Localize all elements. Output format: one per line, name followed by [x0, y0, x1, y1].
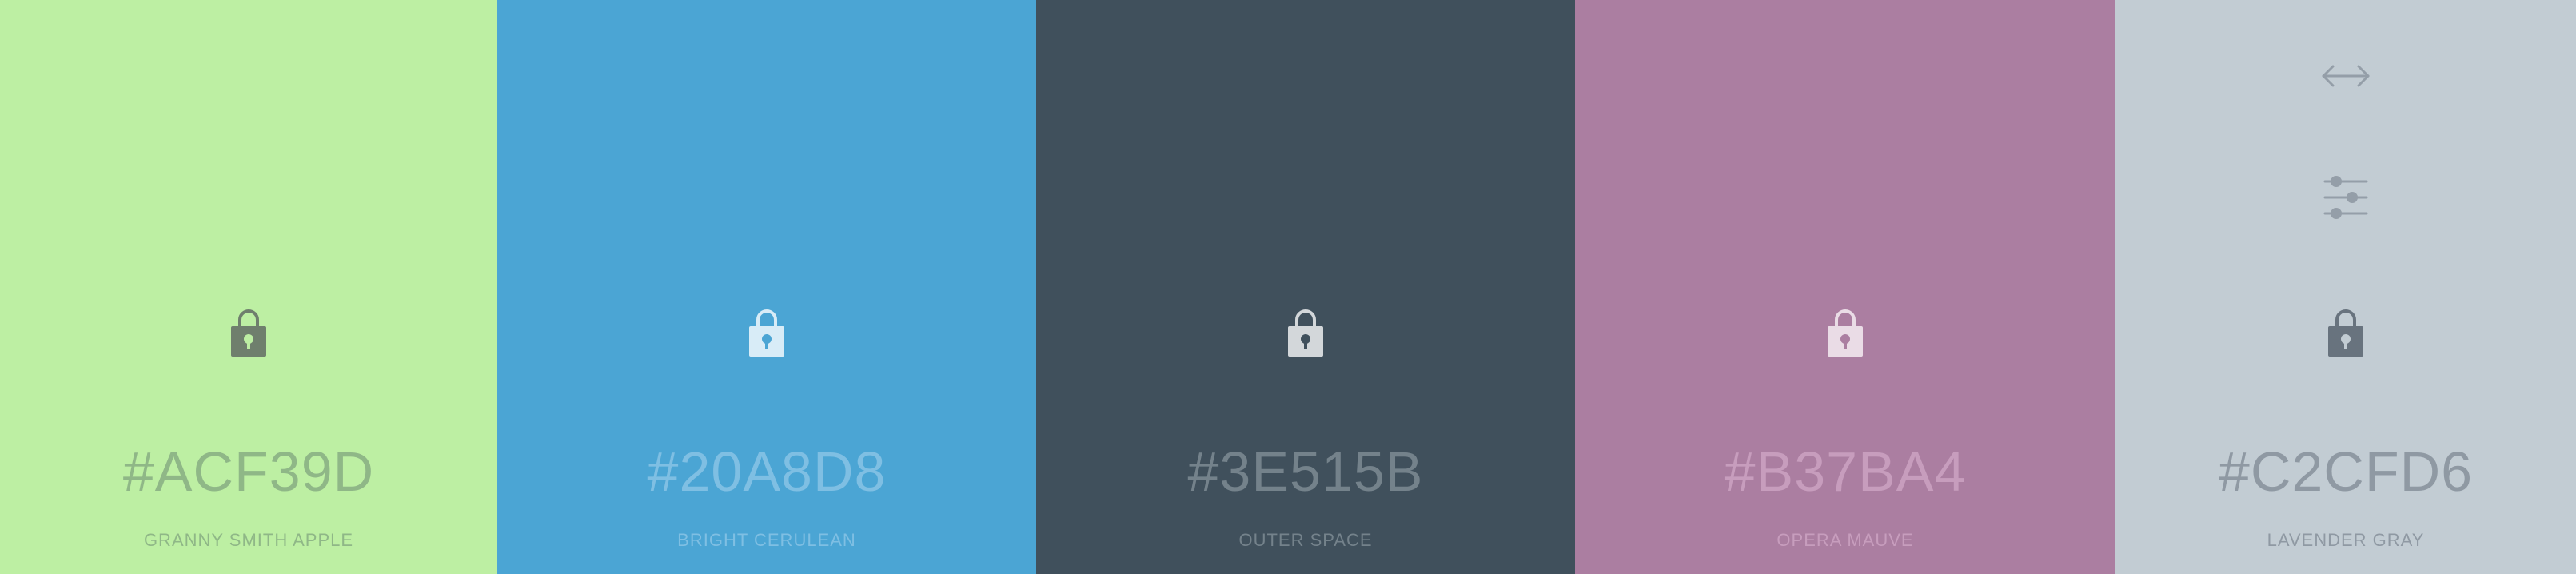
swatch-opera-mauve[interactable]: #B37BA4 OPERA MAUVE: [1575, 0, 2115, 574]
swatch-outer-space[interactable]: #3E515B OUTER SPACE: [1036, 0, 1575, 574]
lock-icon[interactable]: [1286, 307, 1325, 357]
hex-code[interactable]: #B37BA4: [1575, 438, 2115, 505]
color-name: OPERA MAUVE: [1776, 530, 1914, 550]
color-name: GRANNY SMITH APPLE: [143, 530, 354, 550]
color-name: OUTER SPACE: [1238, 530, 1373, 550]
hex-code[interactable]: #ACF39D: [0, 438, 497, 505]
hex-code[interactable]: #3E515B: [1036, 438, 1575, 505]
lock-icon[interactable]: [1826, 307, 1864, 357]
swatch-granny-smith-apple[interactable]: #ACF39D GRANNY SMITH APPLE: [0, 0, 497, 574]
swatch-bright-cerulean[interactable]: #20A8D8 BRIGHT CERULEAN: [497, 0, 1036, 574]
hex-code[interactable]: #C2CFD6: [2115, 438, 2576, 505]
lock-icon[interactable]: [748, 307, 786, 357]
lock-icon[interactable]: [229, 307, 268, 357]
swatch-lavender-gray[interactable]: #C2CFD6 LAVENDER GRAY: [2115, 0, 2576, 574]
hex-code[interactable]: #20A8D8: [497, 438, 1036, 505]
color-palette: #ACF39D GRANNY SMITH APPLE #20A8D8 BRIGH…: [0, 0, 2576, 574]
color-name: BRIGHT CERULEAN: [677, 530, 856, 550]
left-right-arrows-icon[interactable]: [2320, 62, 2371, 90]
sliders-adjust-icon[interactable]: [2322, 174, 2370, 221]
color-name: LAVENDER GRAY: [2267, 530, 2425, 550]
lock-icon[interactable]: [2327, 307, 2365, 357]
